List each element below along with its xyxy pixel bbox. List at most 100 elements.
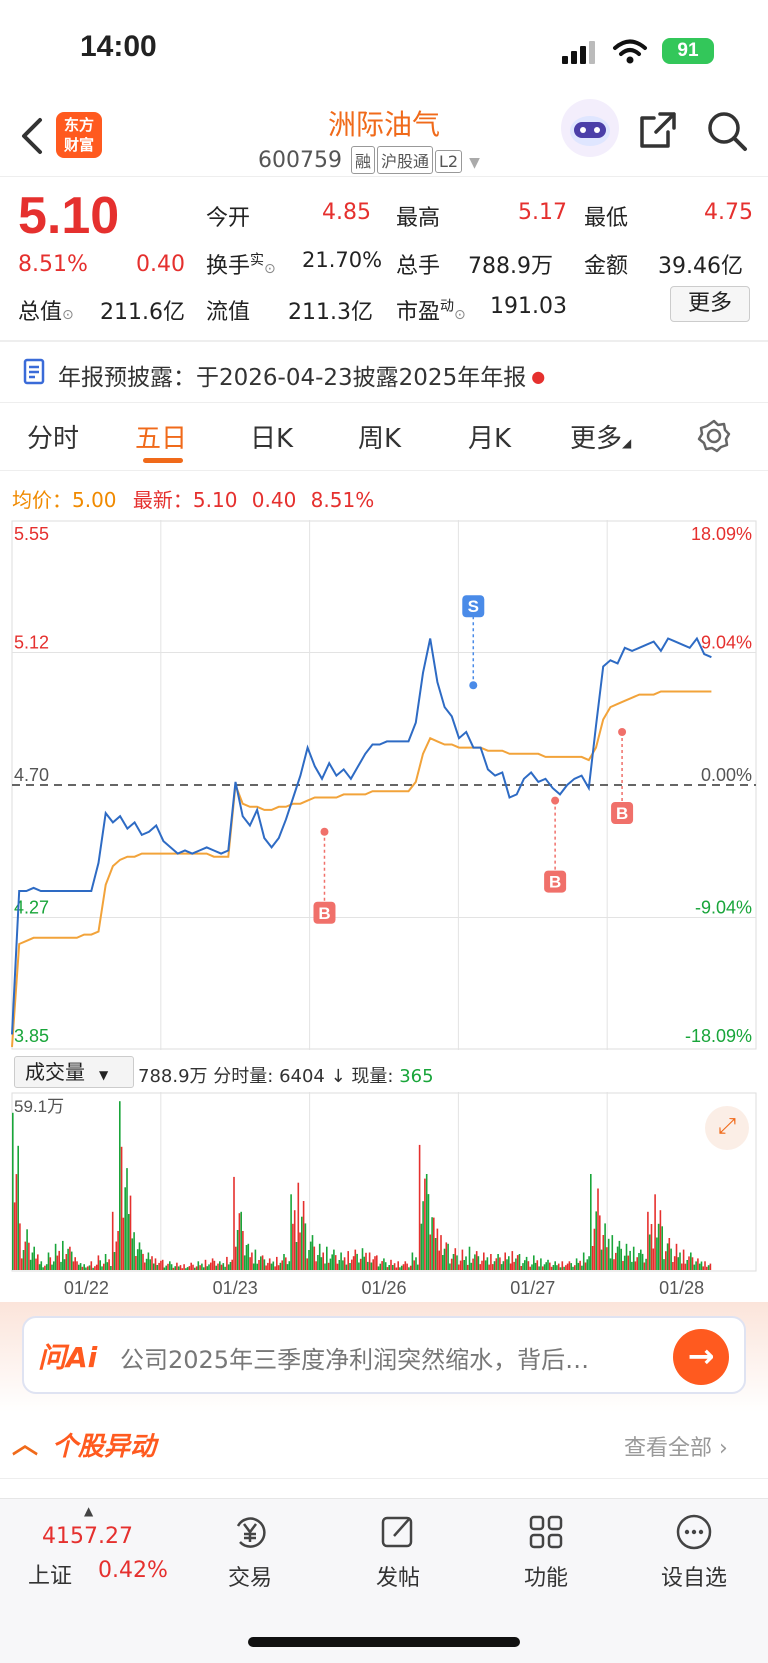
volume-bar: [709, 1263, 712, 1270]
volume-bar: [634, 1261, 637, 1270]
tab-daily-k[interactable]: 日K: [250, 418, 293, 455]
volume-bar: [684, 1263, 687, 1270]
volume-bar: [509, 1263, 512, 1270]
volume-bar: [44, 1265, 46, 1270]
volume-bar: [99, 1260, 101, 1270]
volume-bar: [641, 1253, 644, 1270]
settings-gear-icon[interactable]: [696, 418, 732, 454]
more-button[interactable]: 更多: [670, 286, 750, 322]
search-icon[interactable]: [706, 110, 748, 152]
volume-bar: [647, 1211, 649, 1270]
five-day-price-chart[interactable]: 5.55 18.09%5.12 9.04%4.70 0.00%4.27 -9.04%3.…: [0, 520, 768, 1052]
volume-bar: [231, 1259, 233, 1270]
volume-bar: [279, 1262, 282, 1270]
tab-weekly-k[interactable]: 周K: [358, 418, 401, 455]
volume-bar: [240, 1211, 242, 1270]
volume-bar: [86, 1266, 89, 1270]
volume-bar: [267, 1262, 269, 1270]
indicator-selector[interactable]: 成交量 ▼: [14, 1056, 134, 1088]
volume-bar: [706, 1266, 708, 1270]
volume-bar: [113, 1252, 116, 1270]
volume-summary: 788.9万 分时量: 6404 ↓ 现量: 365: [138, 1066, 434, 1087]
expand-icon[interactable]: ⤢: [705, 1106, 749, 1150]
tab-five-day[interactable]: 五日: [135, 418, 187, 455]
amount-value: 39.46亿: [658, 254, 743, 279]
index-value[interactable]: 4157.27: [42, 1524, 133, 1549]
volume-bar: [138, 1242, 141, 1270]
volume-bar: [142, 1253, 144, 1270]
volume-bar: [595, 1211, 597, 1270]
volume-bar: [538, 1266, 540, 1270]
ai-prompt[interactable]: 公司2025年三季度净利润突然缩水，背后…: [120, 1340, 660, 1375]
assistant-avatar-icon[interactable]: [560, 98, 620, 158]
volume-bar: [522, 1263, 524, 1270]
volume-bar: [638, 1253, 640, 1270]
volume-bar: [640, 1249, 642, 1270]
volume-bar: [506, 1259, 508, 1270]
volume-bar: [563, 1266, 565, 1270]
view-all-link[interactable]: 查看全部 ›: [624, 1430, 728, 1462]
current-price: 5.10: [18, 187, 120, 245]
tick-volume-value: 6404: [279, 1066, 325, 1087]
volume-bar: [370, 1262, 373, 1270]
stock-code-row[interactable]: 600759 融沪股通 L2 ▼: [258, 146, 480, 174]
volume-bar: [454, 1248, 457, 1270]
volume-bar: [243, 1255, 246, 1270]
volume-bar: [447, 1243, 449, 1270]
pe-label: 市盈动⊙: [396, 298, 466, 325]
volume-bar: [167, 1263, 169, 1270]
tab-more[interactable]: 更多◢: [570, 418, 631, 455]
volume-bar: [611, 1235, 614, 1270]
volume-bar: [600, 1249, 603, 1270]
share-icon[interactable]: [638, 110, 678, 150]
volume-bar: [627, 1255, 630, 1270]
tab-monthly-k[interactable]: 月K: [468, 418, 511, 455]
volume-bar: [320, 1257, 323, 1270]
volume-bar: [502, 1261, 505, 1270]
volume-bar: [22, 1250, 25, 1270]
volume-bar: [277, 1265, 280, 1270]
nav-functions[interactable]: 功能: [496, 1512, 596, 1592]
volume-bar: [629, 1250, 631, 1270]
nav-watchlist[interactable]: 设自选: [644, 1512, 744, 1592]
volume-bar: [90, 1261, 93, 1270]
volume-bar: [376, 1255, 378, 1270]
volume-bar: [643, 1262, 646, 1270]
volume-bar: [488, 1264, 490, 1270]
volume-bar: [604, 1223, 606, 1270]
volume-bar: [309, 1241, 312, 1270]
volume-bar: [128, 1214, 130, 1270]
volume-bar: [436, 1228, 439, 1270]
volume-bar: [110, 1266, 112, 1270]
volume-bar: [399, 1267, 401, 1270]
volume-bar: [174, 1266, 176, 1270]
signal-icon: [562, 41, 595, 64]
volume-bar: [431, 1217, 433, 1270]
volume-bar: [466, 1264, 469, 1270]
volume-bar: [388, 1265, 390, 1270]
volume-bar: [145, 1258, 148, 1270]
y-tick-right: 18.09%: [691, 524, 752, 544]
battery-indicator: 91: [662, 38, 714, 64]
volume-bar: [497, 1254, 499, 1270]
volume-bar: [529, 1266, 531, 1270]
volume-bar: [129, 1195, 132, 1270]
tick-volume-label: 分时量:: [213, 1066, 274, 1087]
volume-bar: [285, 1257, 287, 1270]
notice-text[interactable]: 年报预披露：于2026-04-23披露2025年年报 ●: [58, 358, 545, 392]
tab-intraday[interactable]: 分时: [27, 418, 79, 455]
nav-post[interactable]: 发帖: [348, 1512, 448, 1592]
ai-go-arrow-icon[interactable]: →: [673, 1329, 729, 1385]
volume-bar: [104, 1254, 107, 1270]
volume-bar: [483, 1252, 485, 1270]
volume-chart[interactable]: 59.1万 01/22 01/23 01/26 01/27 01/28: [0, 1092, 768, 1302]
volume-bar: [152, 1263, 155, 1270]
nav-trade[interactable]: 交易: [200, 1512, 300, 1592]
volume-bar: [409, 1265, 412, 1270]
volume-bar: [301, 1216, 303, 1270]
volume-bar: [420, 1223, 423, 1270]
mktcap-label: 总值⊙: [18, 300, 74, 325]
chevron-up-icon[interactable]: ︿: [12, 1424, 38, 1461]
volume-bar: [549, 1262, 551, 1270]
yen-cycle-icon: [236, 1517, 266, 1548]
